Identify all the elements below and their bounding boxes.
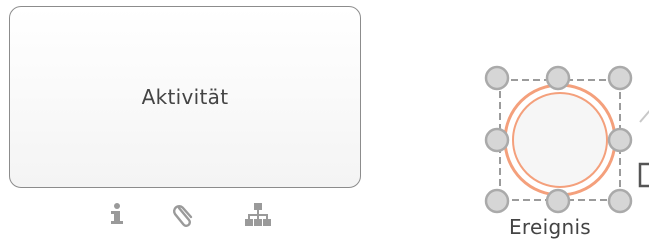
activity-label: Aktivität (141, 85, 229, 109)
handle-bottom-right (607, 188, 633, 214)
event-label: Ereignis (509, 215, 592, 239)
info-icon[interactable] (104, 200, 130, 228)
activity-task[interactable]: Aktivität (9, 6, 361, 188)
hierarchy-icon[interactable] (245, 200, 271, 228)
context-tool-edge (638, 162, 649, 188)
handle-left (484, 127, 510, 153)
task-action-icons (100, 200, 280, 230)
handle-top-right (607, 65, 633, 91)
connector-arrow (639, 109, 649, 123)
handle-top-left (484, 65, 510, 91)
diagram-canvas[interactable]: Aktivität Ereignis (0, 0, 649, 243)
attachment-icon[interactable] (172, 200, 198, 228)
handle-right (607, 127, 633, 153)
handle-bottom (545, 188, 571, 214)
handle-bottom-left (484, 188, 510, 214)
event-ring-inner (512, 92, 608, 188)
handle-top (545, 65, 571, 91)
event-element[interactable] (478, 62, 649, 222)
